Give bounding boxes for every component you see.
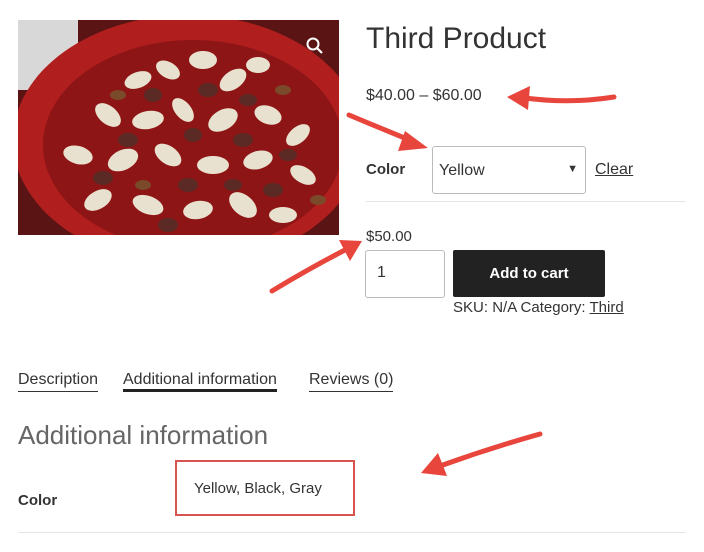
color-select-value: Yellow	[439, 162, 485, 179]
tab-description[interactable]: Description	[18, 371, 99, 392]
product-title: Third Product	[366, 22, 547, 55]
arrow-price-range	[522, 94, 617, 104]
color-select[interactable]: Yellow ▼	[432, 146, 586, 194]
section-heading: Additional information	[18, 420, 269, 450]
divider	[366, 201, 686, 202]
category-label: Category:	[520, 299, 586, 316]
category-link[interactable]: Third	[590, 299, 624, 316]
arrow-color-select	[346, 112, 415, 144]
variation-price: $50.00	[366, 228, 412, 245]
arrow-attribute-value	[437, 431, 543, 469]
arrowhead-color-select	[398, 131, 428, 151]
divider	[18, 532, 686, 533]
clear-link[interactable]: Clear	[595, 161, 633, 179]
tab-additional-information[interactable]: Additional information	[123, 371, 277, 392]
nuts-photo	[18, 20, 339, 235]
arrowhead-variation-price	[339, 240, 362, 261]
arrowhead-price-range	[507, 86, 530, 110]
arrowhead-attribute-value	[421, 453, 447, 476]
quantity-input[interactable]: 1	[365, 250, 445, 298]
chevron-down-icon: ▼	[567, 163, 578, 175]
variation-label: Color	[366, 161, 406, 178]
magnifier-icon[interactable]	[305, 36, 325, 56]
price-range: $40.00 – $60.00	[366, 87, 482, 104]
add-to-cart-button[interactable]: Add to cart	[453, 250, 605, 297]
quantity-value: 1	[377, 264, 386, 281]
tab-reviews[interactable]: Reviews (0)	[309, 371, 394, 392]
arrow-variation-price	[269, 247, 348, 294]
product-image[interactable]	[18, 20, 339, 235]
sku-value: N/A	[492, 299, 517, 316]
attribute-label: Color	[18, 492, 58, 509]
product-meta: SKU: N/A Category: Third	[453, 299, 624, 316]
sku-label: SKU:	[453, 299, 489, 316]
annotation-box	[175, 460, 355, 516]
